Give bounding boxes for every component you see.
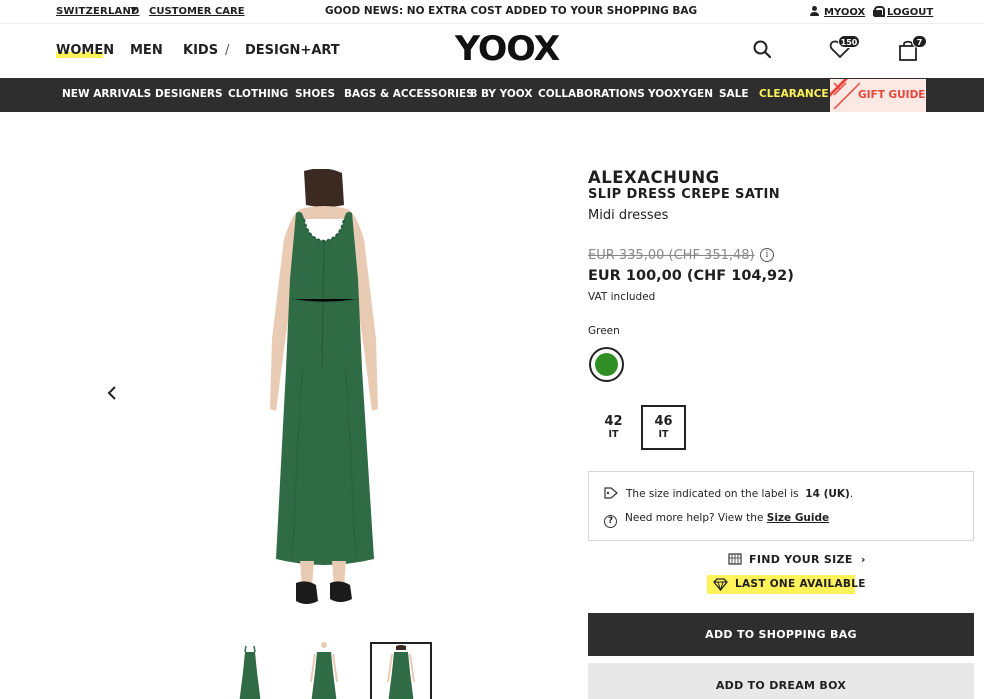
info-icon[interactable]: i [760,248,774,262]
tag-icon [604,487,618,499]
size-number: 42 [604,414,623,429]
cat-clearance[interactable]: CLEARANCE [759,88,829,100]
last-one-label: LAST ONE AVAILABLE [735,578,866,590]
country-selector[interactable]: SWITZERLAND [56,6,140,17]
promo-banner: GOOD NEWS: NO EXTRA COST ADDED TO YOUR S… [325,5,698,17]
size-number: 46 [654,414,673,429]
person-icon [810,6,819,16]
customer-care-link[interactable]: CUSTOMER CARE [149,6,245,17]
size-note-suffix: . [849,488,854,500]
logout-link[interactable]: LOGOUT [873,6,933,18]
lock-icon [873,6,885,17]
cat-sale[interactable]: SALE [719,88,749,100]
product-type: Midi dresses [588,208,669,223]
size-option-42[interactable]: 42 IT [591,405,636,450]
sale-price: EUR 100,00 (CHF 104,92) [588,268,794,284]
product-main-image[interactable] [262,169,384,609]
cat-shoes[interactable]: SHOES [295,88,335,100]
hanger-icon [728,553,742,565]
thumbnail-2-image [310,642,338,699]
utility-bar: SWITZERLAND CUSTOMER CARE GOOD NEWS: NO … [0,0,984,24]
gift-guide-label: GIFT GUIDE [858,89,926,101]
size-label-note: The size indicated on the label is 14 (U… [604,487,853,500]
thumbnail-1[interactable] [219,642,281,699]
search-icon[interactable] [753,40,771,58]
size-info-box: The size indicated on the label is 14 (U… [588,471,974,541]
size-note-value: 14 (UK) [805,488,850,500]
caret-down-icon[interactable] [130,7,138,12]
question-icon: ? [604,515,617,528]
find-your-size-link[interactable]: FIND YOUR SIZE › [728,552,866,566]
cat-collaborations[interactable]: COLLABORATIONS [538,88,645,100]
size-unit: IT [658,429,669,440]
chevron-right-icon: › [860,553,866,566]
vat-note: VAT included [588,291,656,303]
thumbnail-3-image [387,645,415,699]
last-one-available-badge: LAST ONE AVAILABLE [707,575,865,594]
gift-guide-button[interactable]: GIFT GUIDE [830,79,926,112]
nav-separator: / [225,43,230,58]
myoox-label: MYOOX [824,7,866,18]
size-note-text: The size indicated on the label is [626,488,799,500]
add-to-shopping-bag-button[interactable]: ADD TO SHOPPING BAG [588,613,974,656]
myoox-link[interactable]: MYOOX [810,6,865,18]
gift-ribbon-icon [830,79,860,109]
help-text: Need more help? View the [625,512,764,524]
chevron-left-icon[interactable] [106,385,118,401]
product-name: SLIP DRESS CREPE SATIN [588,187,781,202]
nav-design-art[interactable]: DESIGN+ART [245,43,340,58]
color-label: Green [588,325,620,337]
cat-bags-accessories[interactable]: BAGS & ACCESSORIES [344,88,474,100]
bag-count-badge: 7 [912,35,927,48]
logout-label: LOGOUT [887,7,934,18]
cat-yooxygen[interactable]: YOOXYGEN [648,88,713,100]
cat-designers[interactable]: DESIGNERS [155,88,223,100]
yoox-logo[interactable]: YOOX [455,29,560,69]
thumbnail-3-selected[interactable] [370,642,432,699]
nav-kids[interactable]: KIDS [183,43,218,58]
product-brand[interactable]: ALEXACHUNG [588,168,720,187]
category-bar: NEW ARRIVALS DESIGNERS CLOTHING SHOES BA… [0,78,984,112]
cat-new-arrivals[interactable]: NEW ARRIVALS [62,88,151,100]
add-to-dream-box-button[interactable]: ADD TO DREAM BOX [588,663,974,699]
thumbnail-1-image [239,645,261,699]
diamond-icon [713,578,728,591]
thumbnail-2[interactable] [293,642,355,699]
cat-8-by-yoox[interactable]: 8 BY YOOX [470,88,532,100]
size-guide-link[interactable]: Size Guide [767,512,829,524]
color-swatch-green[interactable] [589,347,624,382]
nav-men[interactable]: MEN [130,43,163,58]
size-help-note: ? Need more help? View the Size Guide [604,512,829,528]
find-size-label: FIND YOUR SIZE [749,553,853,566]
size-option-46-selected[interactable]: 46 IT [641,405,686,450]
wishlist-count-badge: 150 [838,35,860,48]
nav-women[interactable]: WOMEN [56,43,114,58]
size-unit: IT [608,429,619,440]
original-price: EUR 335,00 (CHF 351,48) [588,248,755,263]
cat-clothing[interactable]: CLOTHING [228,88,288,100]
